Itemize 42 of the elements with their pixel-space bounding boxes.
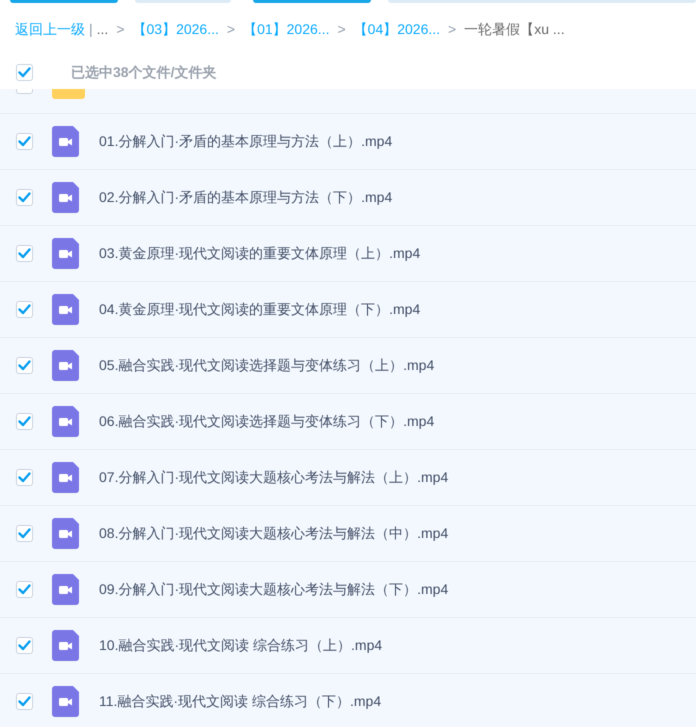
- checkbox[interactable]: [16, 133, 33, 150]
- separator-text: >: [448, 20, 456, 38]
- file-name[interactable]: 04.黄金原理·现代文阅读的重要文体原理（下）.mp4: [99, 299, 420, 320]
- file-name[interactable]: 10.融合实践·现代文阅读 综合练习（上）.mp4: [99, 635, 382, 656]
- checkbox[interactable]: [16, 525, 33, 542]
- checkbox[interactable]: [16, 693, 33, 710]
- file-name[interactable]: 07.分解入门·现代文阅读大题核心考法与解法（上）.mp4: [99, 467, 448, 488]
- file-name[interactable]: 08.分解入门·现代文阅读大题核心考法与解法（中）.mp4: [99, 523, 448, 544]
- video-file-icon: [52, 238, 79, 269]
- file-name[interactable]: 03.黄金原理·现代文阅读的重要文体原理（上）.mp4: [99, 243, 420, 264]
- video-file-icon: [52, 686, 79, 717]
- video-file-icon: [52, 350, 79, 381]
- video-file-icon: [52, 462, 79, 493]
- file-name[interactable]: 05.融合实践·现代文阅读选择题与变体练习（上）.mp4: [99, 355, 434, 376]
- video-file-icon: [52, 518, 79, 549]
- video-file-icon: [52, 574, 79, 605]
- video-file-icon: [52, 294, 79, 325]
- checkbox[interactable]: [16, 301, 33, 318]
- checkbox[interactable]: [16, 189, 33, 206]
- selection-count: 已选中38个文件/文件夹: [71, 62, 216, 82]
- checkbox[interactable]: [16, 413, 33, 430]
- checkbox[interactable]: [16, 357, 33, 374]
- checkbox[interactable]: [16, 581, 33, 598]
- video-file-icon: [52, 406, 79, 437]
- file-name[interactable]: 01.分解入门·矛盾的基本原理与方法（上）.mp4: [99, 131, 392, 152]
- file-name[interactable]: 06.融合实践·现代文阅读选择题与变体练习（下）.mp4: [99, 411, 434, 432]
- file-name[interactable]: 09.分解入门·现代文阅读大题核心考法与解法（下）.mp4: [99, 579, 448, 600]
- checkbox[interactable]: [16, 64, 33, 80]
- separator-text: >: [226, 20, 236, 38]
- checkbox[interactable]: [16, 469, 33, 486]
- file-name[interactable]: 02.分解入门·矛盾的基本原理与方法（下）.mp4: [99, 187, 392, 208]
- file-name[interactable]: 11.融合实践·现代文阅读 综合练习（下）.mp4: [99, 691, 382, 712]
- separator-text: >: [116, 20, 124, 38]
- divider-text: |: [89, 20, 93, 39]
- video-file-icon: [52, 630, 79, 661]
- breadcrumb-current: 一轮暑假【xu ...: [464, 20, 565, 38]
- checkbox[interactable]: [16, 637, 33, 654]
- video-file-icon: [52, 182, 79, 213]
- video-file-icon: [52, 126, 79, 157]
- breadcrumb-ellipsis[interactable]: ...: [96, 18, 108, 40]
- separator-text: >: [337, 20, 346, 38]
- checkbox[interactable]: [16, 245, 33, 262]
